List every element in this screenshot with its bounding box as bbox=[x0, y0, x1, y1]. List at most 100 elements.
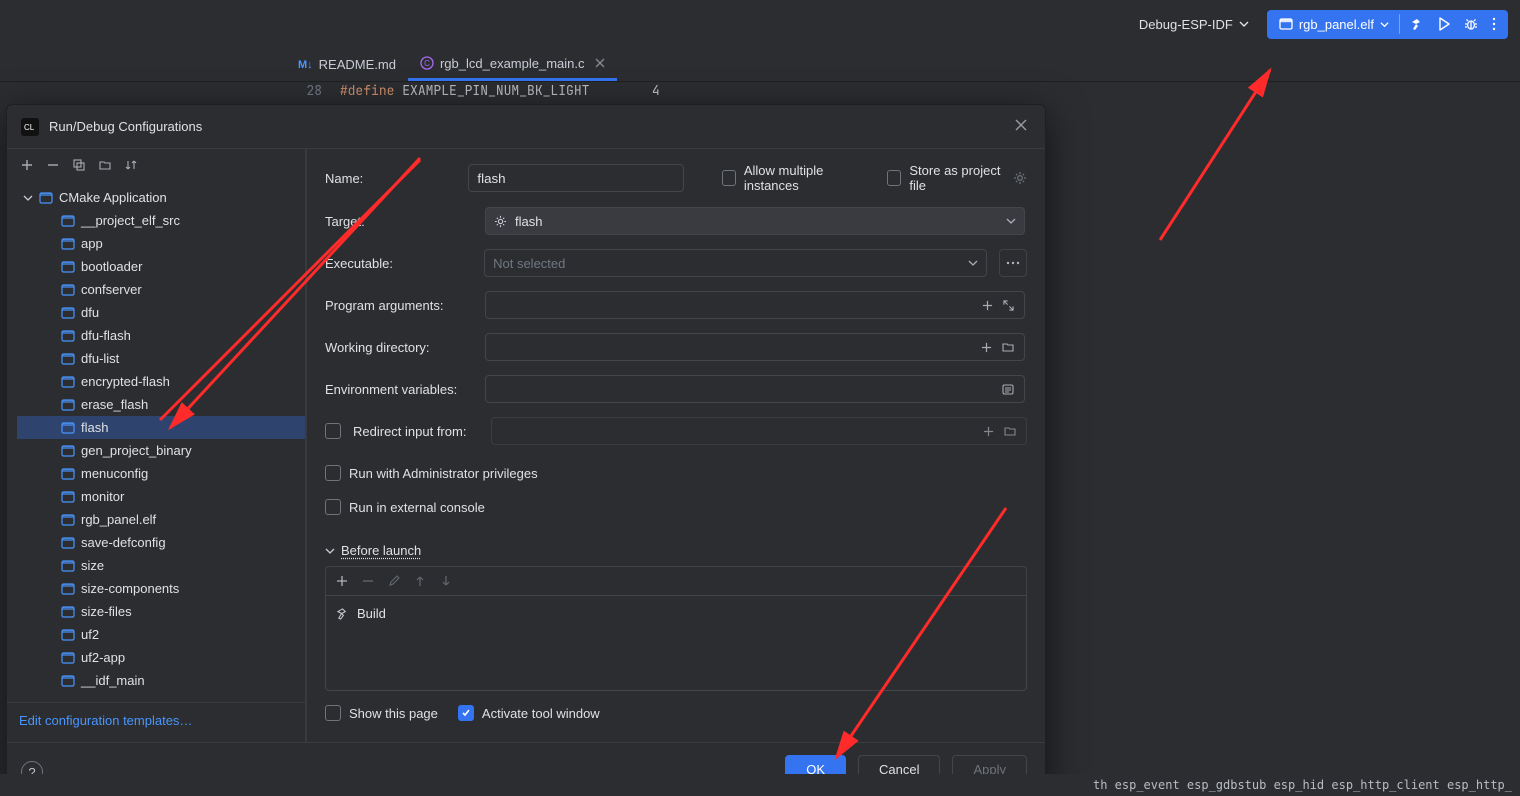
gear-icon[interactable] bbox=[1013, 171, 1027, 185]
program-args-input[interactable] bbox=[485, 291, 1025, 319]
close-tab-button[interactable] bbox=[595, 56, 605, 71]
plus-icon[interactable] bbox=[982, 300, 993, 311]
tree-item-label: size-components bbox=[81, 581, 179, 596]
tree-item-label: size-files bbox=[81, 604, 132, 619]
add-config-button[interactable] bbox=[17, 155, 37, 178]
plus-icon[interactable] bbox=[983, 426, 994, 437]
tree-item-confserver[interactable]: confserver bbox=[17, 278, 305, 301]
minus-icon bbox=[47, 159, 59, 171]
application-icon bbox=[61, 674, 75, 688]
code-identifier: EXAMPLE_PIN_NUM_BK_LIGHT bbox=[402, 82, 589, 99]
working-dir-input[interactable] bbox=[485, 333, 1025, 361]
folder-button[interactable] bbox=[95, 155, 115, 178]
tree-item-uf2-app[interactable]: uf2-app bbox=[17, 646, 305, 669]
edit-templates-link[interactable]: Edit configuration templates… bbox=[19, 713, 192, 728]
tree-item-label: erase_flash bbox=[81, 397, 148, 412]
tab-readme[interactable]: M↓ README.md bbox=[286, 48, 408, 81]
copy-config-button[interactable] bbox=[69, 155, 89, 178]
application-icon bbox=[61, 513, 75, 527]
application-icon bbox=[61, 398, 75, 412]
plus-icon[interactable] bbox=[981, 342, 992, 353]
tree-root-cmake[interactable]: CMake Application bbox=[17, 186, 305, 209]
tree-item-menuconfig[interactable]: menuconfig bbox=[17, 462, 305, 485]
sort-button[interactable] bbox=[121, 155, 141, 178]
plus-icon bbox=[21, 159, 33, 171]
application-icon bbox=[61, 421, 75, 435]
copy-icon bbox=[73, 159, 85, 171]
folder-icon[interactable] bbox=[1004, 426, 1016, 437]
list-icon[interactable] bbox=[1002, 384, 1014, 395]
target-label: Target: bbox=[325, 214, 473, 229]
tree-item-gen-project-binary[interactable]: gen_project_binary bbox=[17, 439, 305, 462]
tree-item-app[interactable]: app bbox=[17, 232, 305, 255]
chevron-down-icon bbox=[1380, 20, 1389, 29]
tree-item-dfu-flash[interactable]: dfu-flash bbox=[17, 324, 305, 347]
tree-item-dfu[interactable]: dfu bbox=[17, 301, 305, 324]
run-admin-checkbox[interactable]: Run with Administrator privileges bbox=[325, 465, 538, 481]
tree-item-encrypted-flash[interactable]: encrypted-flash bbox=[17, 370, 305, 393]
target-select[interactable]: flash bbox=[485, 207, 1025, 235]
tree-item-dfu-list[interactable]: dfu-list bbox=[17, 347, 305, 370]
minus-icon[interactable] bbox=[362, 575, 374, 587]
tab-main-c[interactable]: C rgb_lcd_example_main.c bbox=[408, 48, 617, 81]
show-this-page-checkbox[interactable]: Show this page bbox=[325, 705, 438, 721]
tree-item-save-defconfig[interactable]: save-defconfig bbox=[17, 531, 305, 554]
more-actions[interactable] bbox=[1486, 13, 1502, 35]
run-button[interactable] bbox=[1432, 13, 1456, 35]
debug-button[interactable] bbox=[1458, 13, 1484, 35]
tree-item-size-components[interactable]: size-components bbox=[17, 577, 305, 600]
dialog-close-button[interactable] bbox=[1011, 115, 1031, 138]
tree-item-label: dfu-list bbox=[81, 351, 119, 366]
run-target-dropdown[interactable]: rgb_panel.elf bbox=[1273, 13, 1395, 36]
redirect-input-checkbox[interactable] bbox=[325, 423, 341, 439]
env-vars-input[interactable] bbox=[485, 375, 1025, 403]
tree-item-label: uf2 bbox=[81, 627, 99, 642]
tree-item-size[interactable]: size bbox=[17, 554, 305, 577]
clion-icon: CL bbox=[21, 118, 39, 136]
tree-item-erase-flash[interactable]: erase_flash bbox=[17, 393, 305, 416]
tree-item-size-files[interactable]: size-files bbox=[17, 600, 305, 623]
expand-icon[interactable] bbox=[1003, 300, 1014, 311]
run-debug-configurations-dialog: CL Run/Debug Configurations CMake Applic… bbox=[6, 104, 1046, 796]
before-launch-build-item[interactable]: Build bbox=[336, 606, 1016, 621]
tree-item--idf-main[interactable]: __idf_main bbox=[17, 669, 305, 692]
tree-item-label: confserver bbox=[81, 282, 142, 297]
application-icon bbox=[61, 375, 75, 389]
tree-item-rgb-panel-elf[interactable]: rgb_panel.elf bbox=[17, 508, 305, 531]
executable-select[interactable]: Not selected bbox=[484, 249, 987, 277]
edit-icon[interactable] bbox=[388, 575, 400, 587]
config-dropdown[interactable]: Debug-ESP-IDF bbox=[1131, 11, 1257, 38]
tree-item--project-elf-src[interactable]: __project_elf_src bbox=[17, 209, 305, 232]
tree-item-monitor[interactable]: monitor bbox=[17, 485, 305, 508]
tree-item-label: encrypted-flash bbox=[81, 374, 170, 389]
tree-item-uf2[interactable]: uf2 bbox=[17, 623, 305, 646]
bug-icon bbox=[1464, 17, 1478, 31]
build-button[interactable] bbox=[1404, 13, 1430, 35]
allow-multiple-checkbox[interactable]: Allow multiple instances bbox=[722, 163, 866, 193]
kebab-icon bbox=[1492, 17, 1496, 31]
up-arrow-icon[interactable] bbox=[414, 575, 426, 587]
run-ext-console-checkbox[interactable]: Run in external console bbox=[325, 499, 485, 515]
store-as-project-checkbox[interactable]: Store as project file bbox=[887, 163, 1027, 193]
folder-icon[interactable] bbox=[1002, 342, 1014, 353]
application-icon bbox=[61, 559, 75, 573]
show-page-label: Show this page bbox=[349, 706, 438, 721]
tree-item-flash[interactable]: flash bbox=[17, 416, 305, 439]
remove-config-button[interactable] bbox=[43, 155, 63, 178]
redirect-input-label: Redirect input from: bbox=[353, 424, 479, 439]
activate-tool-window-checkbox[interactable]: Activate tool window bbox=[458, 705, 600, 721]
tree-item-bootloader[interactable]: bootloader bbox=[17, 255, 305, 278]
application-icon bbox=[61, 283, 75, 297]
redirect-input-field[interactable] bbox=[491, 417, 1027, 445]
before-launch-toggle[interactable]: Before launch bbox=[325, 543, 1027, 558]
plus-icon[interactable] bbox=[336, 575, 348, 587]
browse-executable-button[interactable] bbox=[999, 249, 1027, 277]
c-file-icon: C bbox=[420, 56, 434, 70]
code-value: 4 bbox=[652, 82, 660, 99]
tree-item-label: rgb_panel.elf bbox=[81, 512, 156, 527]
tree-item-label: monitor bbox=[81, 489, 124, 504]
name-input[interactable] bbox=[468, 164, 683, 192]
down-arrow-icon[interactable] bbox=[440, 575, 452, 587]
chevron-down-icon bbox=[1239, 19, 1249, 29]
application-icon bbox=[61, 582, 75, 596]
